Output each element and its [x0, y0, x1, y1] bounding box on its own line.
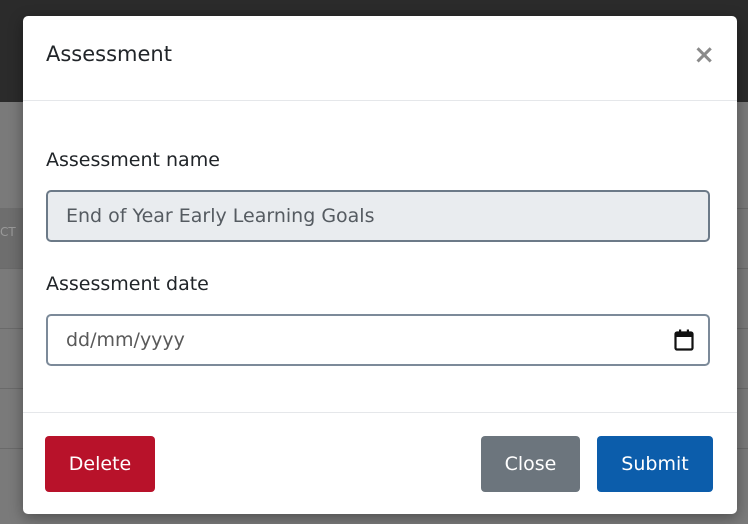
assessment-date-placeholder: dd/mm/yyyy	[66, 329, 185, 351]
assessment-name-value: End of Year Early Learning Goals	[66, 205, 375, 227]
assessment-date-input[interactable]: dd/mm/yyyy	[46, 314, 710, 366]
assessment-name-label: Assessment name	[46, 149, 220, 171]
modal-footer-divider	[23, 412, 737, 413]
assessment-name-field: End of Year Early Learning Goals	[46, 190, 710, 242]
delete-button[interactable]: Delete	[45, 436, 155, 492]
close-icon[interactable]: ×	[693, 40, 715, 70]
background-table-fragment: CT	[0, 208, 24, 268]
calendar-icon[interactable]	[674, 329, 694, 351]
assessment-date-label: Assessment date	[46, 273, 209, 295]
modal-header: Assessment ×	[23, 16, 737, 101]
assessment-modal: Assessment × Assessment name End of Year…	[23, 16, 737, 514]
close-button[interactable]: Close	[481, 436, 580, 492]
modal-title: Assessment	[46, 42, 172, 66]
submit-button[interactable]: Submit	[597, 436, 713, 492]
